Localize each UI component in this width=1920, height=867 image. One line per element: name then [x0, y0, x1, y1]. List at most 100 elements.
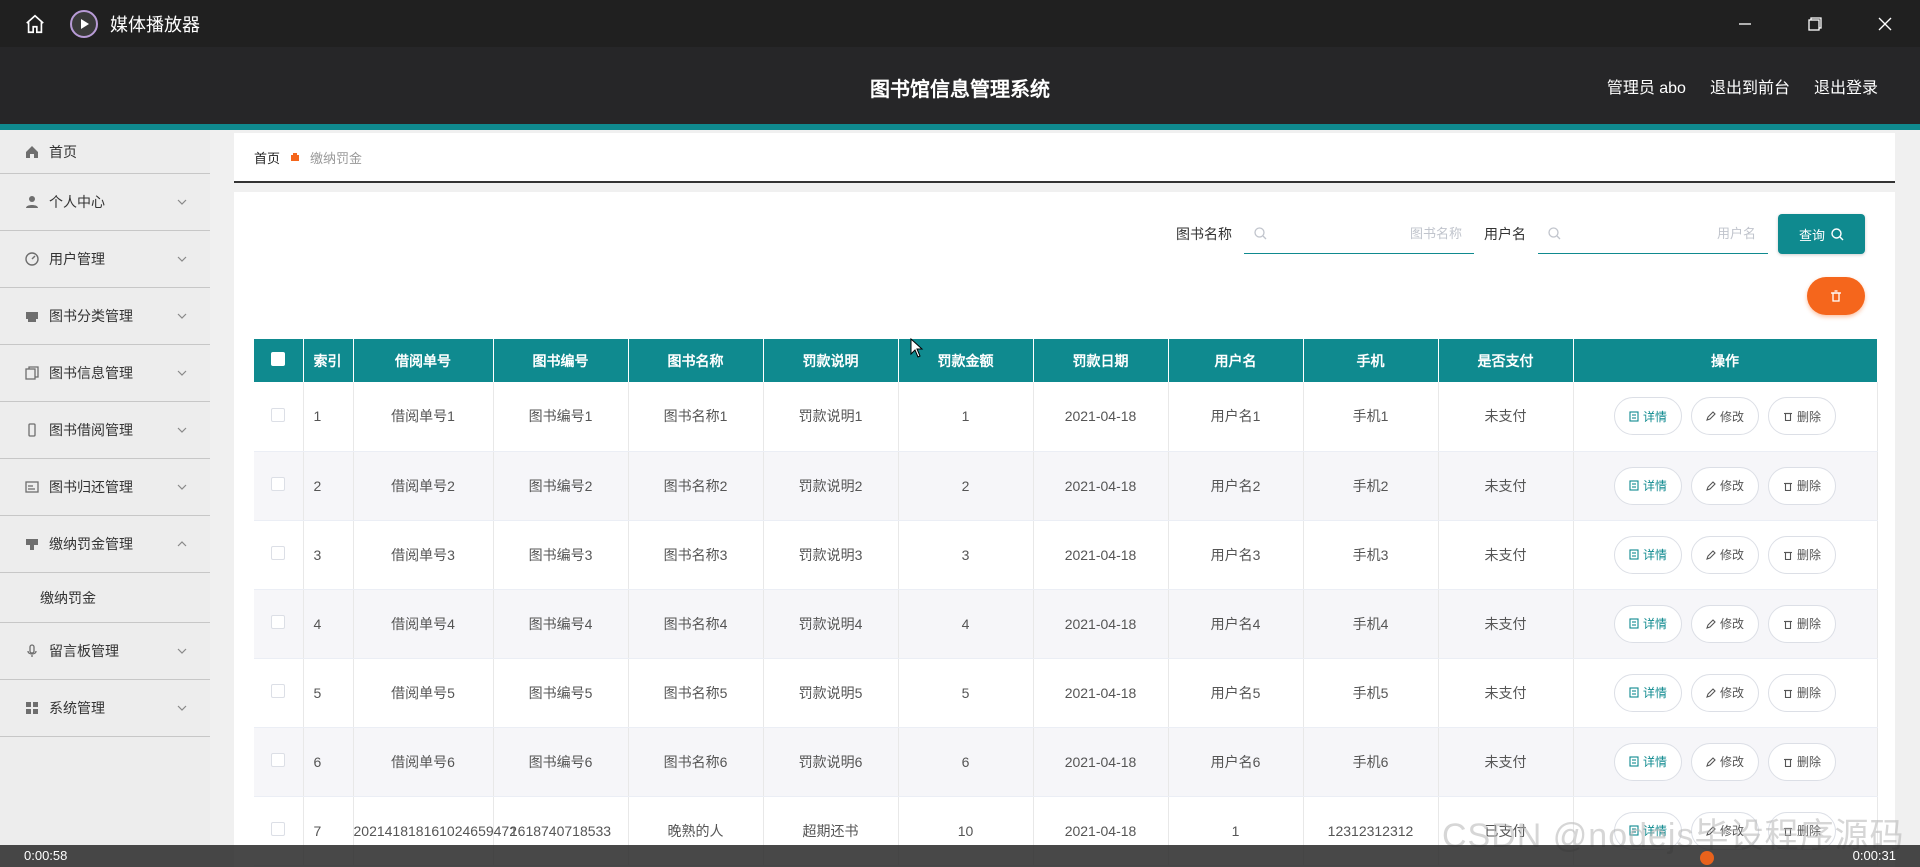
- pencil-icon: [1706, 756, 1716, 767]
- table-cell: 借阅单号4: [353, 589, 494, 659]
- logout-link[interactable]: 退出登录: [1814, 74, 1878, 98]
- row-select-cell[interactable]: [254, 589, 304, 659]
- edit-button[interactable]: 修改: [1690, 742, 1759, 781]
- batch-delete-button[interactable]: [1807, 277, 1865, 315]
- detail-button[interactable]: 详情: [1613, 535, 1682, 574]
- delete-button[interactable]: 删除: [1768, 466, 1837, 505]
- table-cell: 2021-04-18: [1033, 451, 1169, 521]
- table-cell: 图书编号2: [493, 451, 629, 521]
- sidebar-subitem-fine-payment[interactable]: 缴纳罚金: [0, 573, 210, 623]
- row-checkbox[interactable]: [271, 546, 286, 560]
- sidebar-item-book-borrow[interactable]: 图书借阅管理: [0, 402, 210, 459]
- query-button[interactable]: 查询: [1778, 214, 1865, 254]
- row-select-cell[interactable]: [254, 451, 304, 521]
- sidebar-item-personal-center[interactable]: 个人中心: [0, 174, 210, 231]
- book-name-input[interactable]: [1256, 226, 1462, 241]
- sidebar-item-message-board[interactable]: 留言板管理: [0, 623, 210, 680]
- seek-handle[interactable]: [1700, 851, 1714, 865]
- sidebar-item-system[interactable]: 系统管理: [0, 680, 210, 737]
- edit-button[interactable]: 修改: [1690, 397, 1759, 436]
- edit-button[interactable]: 修改: [1690, 604, 1759, 643]
- chevron-down-icon: [177, 427, 187, 433]
- stamp-icon: [24, 536, 40, 552]
- select-all-checkbox[interactable]: [271, 352, 286, 366]
- detail-button[interactable]: 详情: [1613, 466, 1682, 505]
- chevron-down-icon: [177, 199, 187, 205]
- pencil-icon: [1706, 480, 1716, 491]
- detail-label: 详情: [1642, 409, 1667, 424]
- row-checkbox[interactable]: [271, 407, 286, 422]
- table-cell: 用户名4: [1168, 589, 1304, 659]
- edit-button[interactable]: 修改: [1690, 673, 1759, 712]
- edit-label: 修改: [1719, 617, 1744, 631]
- table-cell: 6: [898, 727, 1034, 797]
- username-input[interactable]: [1550, 226, 1756, 241]
- minimize-button[interactable]: [1710, 0, 1780, 47]
- search-icon: [1254, 227, 1267, 240]
- table-cell: 图书编号6: [493, 727, 629, 797]
- table-row: 5 借阅单号5 图书编号5 图书名称5 罚款说明5 5 2021-04-18 用户名5 手机5 未…: [254, 658, 1878, 728]
- detail-label: 详情: [1642, 548, 1667, 562]
- table-cell: 用户名5: [1168, 658, 1304, 728]
- book-name-label: 图书名称: [1176, 226, 1232, 242]
- table-cell: 未支付: [1438, 589, 1574, 659]
- restore-button[interactable]: [1780, 0, 1850, 47]
- printer-icon: [24, 308, 40, 324]
- fine-table: 索引 借阅单号 图书编号 图书名称 罚款说明 罚款金额 罚款日期 用户名 手机 …: [254, 339, 1878, 866]
- row-select-cell[interactable]: [254, 727, 304, 797]
- delete-button[interactable]: 删除: [1768, 397, 1837, 436]
- row-checkbox[interactable]: [271, 477, 286, 491]
- edit-button[interactable]: 修改: [1690, 466, 1759, 505]
- delete-label: 删除: [1797, 479, 1822, 493]
- row-select-cell[interactable]: [254, 382, 304, 452]
- breadcrumb-home[interactable]: 首页: [254, 148, 280, 167]
- close-button[interactable]: [1850, 0, 1920, 47]
- table-cell: 图书编号4: [493, 589, 629, 659]
- exit-to-front-link[interactable]: 退出到前台: [1710, 74, 1790, 98]
- table-cell: 用户名1: [1168, 382, 1304, 452]
- username-field[interactable]: [1538, 214, 1768, 254]
- detail-label: 详情: [1642, 617, 1667, 631]
- sidebar-item-book-info[interactable]: 图书信息管理: [0, 345, 210, 402]
- row-select-cell[interactable]: [254, 520, 304, 590]
- chevron-down-icon: [177, 484, 187, 490]
- delete-button[interactable]: 删除: [1768, 535, 1837, 574]
- app-header: 图书馆信息管理系统 管理员 abo 退出到前台 退出登录: [0, 47, 1920, 124]
- detail-button[interactable]: 详情: [1613, 742, 1682, 781]
- table-cell: 2: [898, 451, 1034, 521]
- sidebar-item-book-return[interactable]: 图书归还管理: [0, 459, 210, 516]
- actions-cell: 详情 修改 删除: [1573, 382, 1878, 452]
- row-checkbox[interactable]: [271, 684, 286, 698]
- select-all-cell[interactable]: [254, 339, 304, 382]
- row-select-cell[interactable]: [254, 658, 304, 728]
- book-name-field[interactable]: [1244, 214, 1474, 254]
- edit-button[interactable]: 修改: [1690, 535, 1759, 574]
- actions-cell: 详情 修改 删除: [1573, 727, 1878, 797]
- detail-button[interactable]: 详情: [1613, 397, 1682, 436]
- search-icon: [1831, 227, 1844, 240]
- player-control-bar[interactable]: 0:00:58 0:00:31: [0, 845, 1920, 867]
- row-checkbox[interactable]: [271, 753, 286, 767]
- table-cell: 图书编号5: [493, 658, 629, 728]
- column-header: 图书名称: [628, 339, 764, 382]
- table-cell: 1: [303, 382, 354, 452]
- home-button[interactable]: [0, 0, 70, 47]
- delete-button[interactable]: 删除: [1768, 673, 1837, 712]
- row-checkbox[interactable]: [271, 822, 286, 836]
- sidebar-item-book-category[interactable]: 图书分类管理: [0, 288, 210, 345]
- detail-button[interactable]: 详情: [1613, 673, 1682, 712]
- table-cell: 图书名称2: [628, 451, 764, 521]
- query-button-label: 查询: [1798, 227, 1825, 243]
- row-checkbox[interactable]: [271, 615, 286, 629]
- delete-button[interactable]: 删除: [1768, 742, 1837, 781]
- detail-button[interactable]: 详情: [1613, 604, 1682, 643]
- sidebar-item-home[interactable]: 首页: [0, 130, 210, 174]
- table-cell: 图书名称3: [628, 520, 764, 590]
- table-row: 2 借阅单号2 图书编号2 图书名称2 罚款说明2 2 2021-04-18 用户名2 手机2 未…: [254, 451, 1878, 521]
- sidebar-item-fine-payment[interactable]: 缴纳罚金管理: [0, 516, 210, 573]
- delete-button[interactable]: 删除: [1768, 604, 1837, 643]
- column-header: 手机: [1303, 339, 1439, 382]
- sidebar-item-user-management[interactable]: 用户管理: [0, 231, 210, 288]
- edit-label: 修改: [1719, 409, 1744, 424]
- chevron-down-icon: [177, 705, 187, 711]
